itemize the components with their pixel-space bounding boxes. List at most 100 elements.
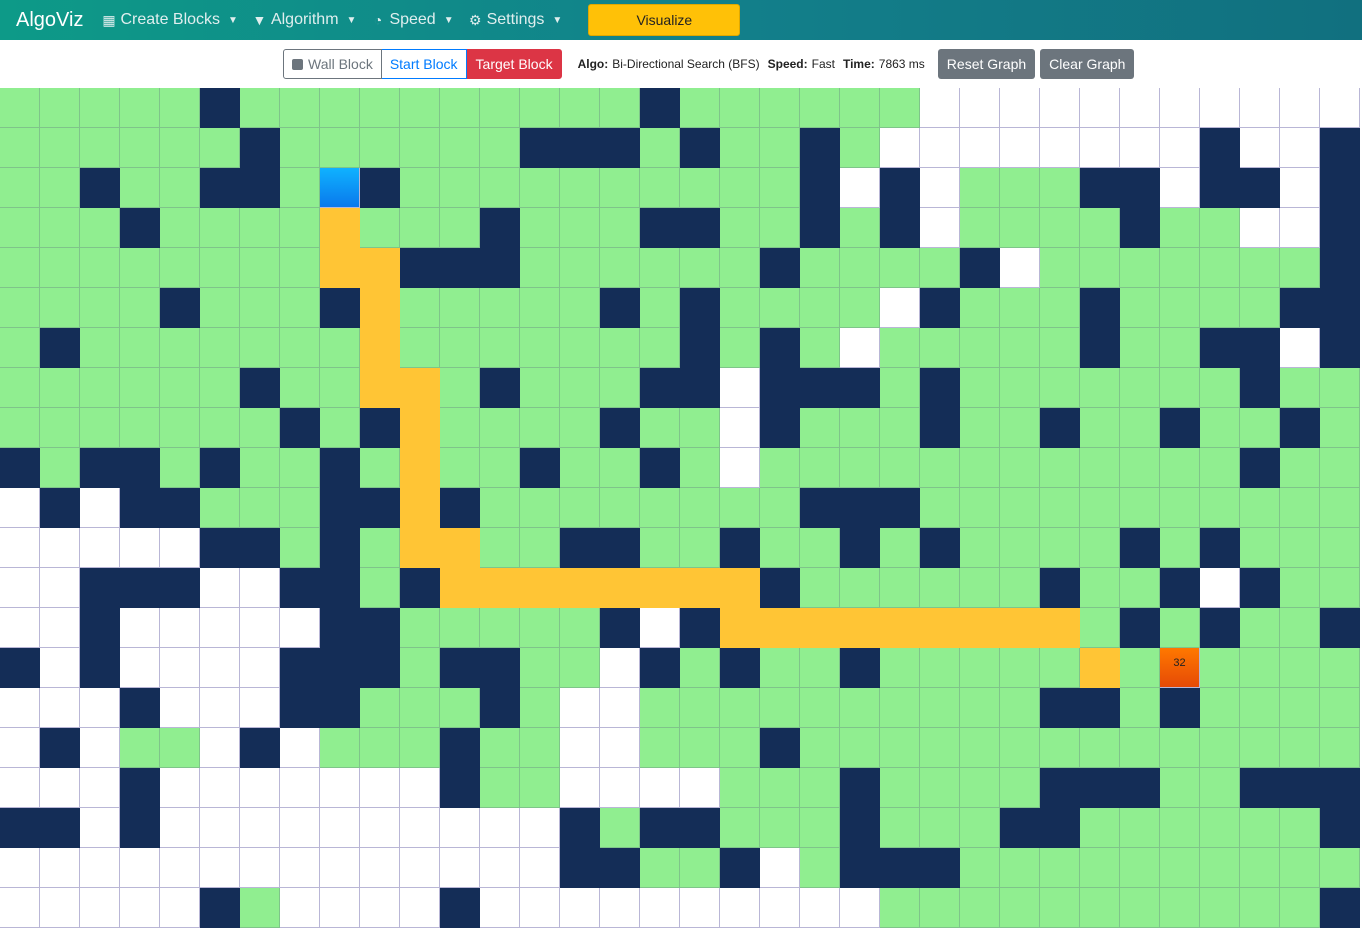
- grid-cell-visited[interactable]: [360, 448, 400, 488]
- grid-cell-visited[interactable]: [800, 328, 840, 368]
- grid-cell-visited[interactable]: [1080, 888, 1120, 928]
- grid-cell-visited[interactable]: [360, 568, 400, 608]
- grid-cell-visited[interactable]: [640, 728, 680, 768]
- grid-cell-visited[interactable]: [1280, 728, 1320, 768]
- grid-cell-visited[interactable]: [1240, 488, 1280, 528]
- grid-cell-empty[interactable]: [200, 688, 240, 728]
- grid-cell-visited[interactable]: [560, 408, 600, 448]
- grid-cell-empty[interactable]: [480, 888, 520, 928]
- grid-cell-visited[interactable]: [800, 808, 840, 848]
- grid-cell-visited[interactable]: [560, 328, 600, 368]
- grid-cell-visited[interactable]: [680, 448, 720, 488]
- grid-cell-visited[interactable]: [600, 808, 640, 848]
- grid-cell-visited[interactable]: [0, 248, 40, 288]
- grid-cell-empty[interactable]: [360, 808, 400, 848]
- grid-cell-visited[interactable]: [920, 768, 960, 808]
- grid-cell-visited[interactable]: [1120, 328, 1160, 368]
- grid-cell-empty[interactable]: [280, 608, 320, 648]
- grid-cell-empty[interactable]: [400, 768, 440, 808]
- grid-cell-visited[interactable]: [880, 728, 920, 768]
- grid-cell-visited[interactable]: [1160, 288, 1200, 328]
- grid-cell-empty[interactable]: [1160, 88, 1200, 128]
- grid-cell-visited[interactable]: [80, 368, 120, 408]
- grid-cell-wall[interactable]: [760, 328, 800, 368]
- grid-cell-wall[interactable]: [1040, 408, 1080, 448]
- grid-cell-path[interactable]: [760, 608, 800, 648]
- grid-cell-wall[interactable]: [80, 448, 120, 488]
- grid-cell-visited[interactable]: [160, 88, 200, 128]
- grid-cell-wall[interactable]: [800, 168, 840, 208]
- grid-cell-visited[interactable]: [680, 648, 720, 688]
- grid-cell-visited[interactable]: [80, 288, 120, 328]
- grid-cell-visited[interactable]: [440, 688, 480, 728]
- grid-cell-empty[interactable]: [640, 888, 680, 928]
- grid-cell-visited[interactable]: [880, 888, 920, 928]
- grid-cell-empty[interactable]: [600, 688, 640, 728]
- grid-cell-wall[interactable]: [0, 808, 40, 848]
- grid-cell-visited[interactable]: [360, 128, 400, 168]
- grid-cell-visited[interactable]: [880, 568, 920, 608]
- grid-cell-visited[interactable]: [1280, 888, 1320, 928]
- grid-cell-empty[interactable]: [320, 848, 360, 888]
- grid-cell-visited[interactable]: [960, 528, 1000, 568]
- grid-cell-visited[interactable]: [1240, 648, 1280, 688]
- grid-cell-empty[interactable]: [40, 688, 80, 728]
- grid-cell-visited[interactable]: [520, 768, 560, 808]
- grid-cell-visited[interactable]: [160, 448, 200, 488]
- grid-cell-visited[interactable]: [840, 288, 880, 328]
- grid-cell-empty[interactable]: [920, 168, 960, 208]
- grid-cell-wall[interactable]: [1320, 288, 1360, 328]
- grid-cell-empty[interactable]: [1200, 568, 1240, 608]
- grid-cell-visited[interactable]: [320, 408, 360, 448]
- grid-cell-visited[interactable]: [600, 488, 640, 528]
- grid-cell-visited[interactable]: [600, 448, 640, 488]
- grid-cell-visited[interactable]: [120, 328, 160, 368]
- grid-cell-visited[interactable]: [1280, 568, 1320, 608]
- grid-cell-wall[interactable]: [1320, 208, 1360, 248]
- grid-cell-visited[interactable]: [360, 208, 400, 248]
- grid-cell-visited[interactable]: [1160, 328, 1200, 368]
- grid-cell-wall[interactable]: [800, 488, 840, 528]
- grid-cell-visited[interactable]: [880, 88, 920, 128]
- grid-cell-visited[interactable]: [680, 528, 720, 568]
- grid-cell-wall[interactable]: [320, 568, 360, 608]
- grid-cell-visited[interactable]: [560, 168, 600, 208]
- grid-cell-visited[interactable]: [960, 568, 1000, 608]
- visualize-button[interactable]: Visualize: [588, 4, 741, 36]
- grid-cell-visited[interactable]: [320, 728, 360, 768]
- grid-cell-empty[interactable]: [160, 528, 200, 568]
- grid-cell-wall[interactable]: [840, 368, 880, 408]
- grid-cell-visited[interactable]: [280, 288, 320, 328]
- grid-cell-visited[interactable]: [800, 248, 840, 288]
- grid-cell-visited[interactable]: [960, 648, 1000, 688]
- grid-cell-visited[interactable]: [1000, 328, 1040, 368]
- grid-cell-visited[interactable]: [1080, 568, 1120, 608]
- grid-cell-visited[interactable]: [520, 248, 560, 288]
- grid-cell-visited[interactable]: [400, 128, 440, 168]
- grid-cell-visited[interactable]: [1160, 608, 1200, 648]
- grid-cell-empty[interactable]: [1280, 168, 1320, 208]
- grid-cell-visited[interactable]: [320, 88, 360, 128]
- grid-cell-visited[interactable]: [1120, 248, 1160, 288]
- grid-cell-wall[interactable]: [320, 288, 360, 328]
- grid-cell-wall[interactable]: [400, 568, 440, 608]
- grid-cell-empty[interactable]: [80, 728, 120, 768]
- grid-cell-empty[interactable]: [80, 808, 120, 848]
- grid-cell-path[interactable]: [720, 608, 760, 648]
- grid-cell-empty[interactable]: [600, 648, 640, 688]
- grid-cell-empty[interactable]: [720, 888, 760, 928]
- grid-cell-visited[interactable]: [640, 168, 680, 208]
- grid-cell-wall[interactable]: [1080, 288, 1120, 328]
- grid-cell-wall[interactable]: [560, 848, 600, 888]
- grid-cell-visited[interactable]: [840, 408, 880, 448]
- grid-cell-visited[interactable]: [1240, 808, 1280, 848]
- grid-cell-visited[interactable]: [560, 248, 600, 288]
- grid-cell-wall[interactable]: [360, 488, 400, 528]
- wall-block-button[interactable]: Wall Block: [283, 49, 382, 79]
- grid-cell-visited[interactable]: [1280, 488, 1320, 528]
- grid-cell-wall[interactable]: [280, 688, 320, 728]
- grid-cell-visited[interactable]: [80, 208, 120, 248]
- grid-cell-wall[interactable]: [1160, 688, 1200, 728]
- grid-cell-visited[interactable]: [280, 448, 320, 488]
- grid-cell-wall[interactable]: [160, 488, 200, 528]
